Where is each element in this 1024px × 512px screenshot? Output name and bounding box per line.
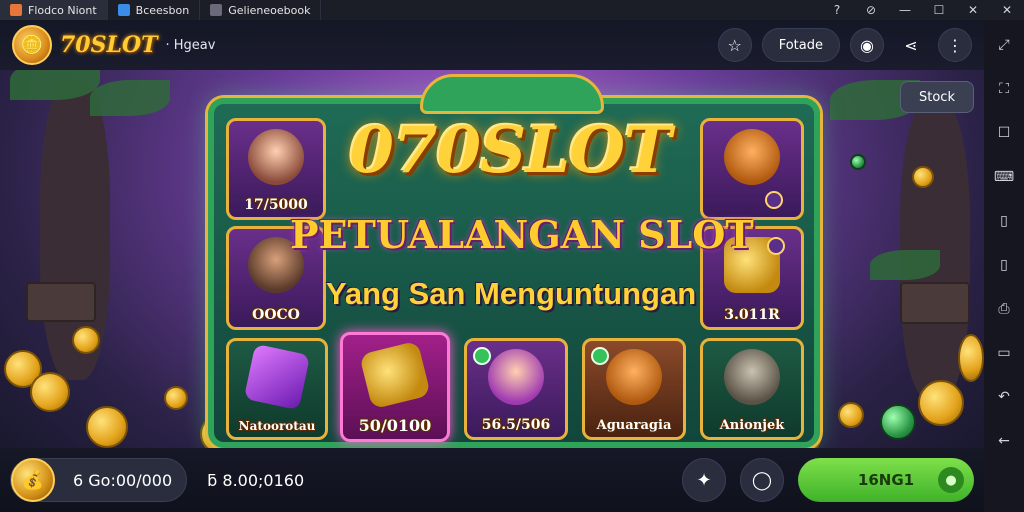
message-button[interactable]: ◯ <box>740 458 784 502</box>
app-icon <box>117 4 130 16</box>
hero-title: 070SLOT <box>349 113 671 188</box>
sparkle-icon: ✦ <box>696 469 712 491</box>
minimize-icon[interactable]: — <box>888 0 922 20</box>
hero-subtitle: PETUALANGAN SLOT <box>290 212 754 257</box>
bottom-bar: 💰 6 Go:00/000 ƃ 8.00;0160 ✦ ◯ 16NG1 ● <box>0 448 984 512</box>
frame-crest <box>420 74 604 114</box>
balance-display[interactable]: 💰 6 Go:00/000 <box>10 458 188 502</box>
favorite-button[interactable]: ☆ <box>717 28 752 62</box>
coin-icon <box>86 406 128 448</box>
app-icon <box>210 4 223 16</box>
document-icon[interactable]: ▯ <box>993 210 1015 232</box>
gem-portrait <box>243 343 311 411</box>
badge-icon <box>473 347 491 365</box>
hero-tagline: Yang San Menguntungan <box>325 276 697 311</box>
game-tile[interactable]: 17/5000 <box>226 118 326 220</box>
window-controls: ? ⊘ — ☐ ✕ ✕ <box>820 0 1024 20</box>
back-icon[interactable]: ← <box>993 430 1015 452</box>
tab-label: Gelieneoebook <box>228 3 311 17</box>
close-all-icon[interactable]: ✕ <box>990 0 1024 20</box>
game-tile[interactable] <box>700 118 804 220</box>
bet-amount: ƃ 8.00;0160 <box>207 470 305 490</box>
cat-portrait <box>724 349 780 405</box>
play-label: 16NG1 <box>857 471 915 489</box>
window-tab-1[interactable]: Flodco Niont <box>0 0 108 20</box>
tile-caption: 56.5/506 <box>481 417 551 433</box>
coin-bag-icon: 💰 <box>11 458 55 502</box>
message-icon: ◯ <box>751 469 773 491</box>
undo-icon[interactable]: ↶ <box>993 386 1015 408</box>
tile-badge-icon <box>765 191 783 209</box>
game-tile-featured[interactable]: 50/0100 <box>340 332 450 442</box>
more-button[interactable]: ⋮ <box>938 28 972 62</box>
tiger-portrait <box>606 349 662 405</box>
print-icon[interactable]: ⎙ <box>993 298 1015 320</box>
leaf <box>90 80 170 116</box>
tile-caption: Aguaragia <box>596 418 672 433</box>
tablet-icon[interactable]: ▭ <box>993 342 1015 364</box>
emulator-toolbar: ⤢ ⛶ ☐ ⌨ ▯ ▯ ⎙ ▭ ↶ ← <box>984 20 1024 512</box>
boost-button[interactable]: ✦ <box>682 458 726 502</box>
character-portrait <box>248 129 304 185</box>
game-tile[interactable]: 56.5/506 <box>464 338 568 440</box>
play-button[interactable]: 16NG1 ● <box>798 458 974 502</box>
keyboard-icon[interactable]: ⌨ <box>993 166 1015 188</box>
gem-icon <box>850 154 866 170</box>
share-icon: ⋖ <box>904 35 918 55</box>
tile-caption: 50/0100 <box>358 416 432 435</box>
ruin-right <box>900 282 970 324</box>
brand-subtitle: · Hgeav <box>165 37 216 53</box>
expand-icon[interactable]: ⤢ <box>993 34 1015 56</box>
window-icon[interactable]: ☐ <box>993 122 1015 144</box>
tile-badge-icon <box>767 237 785 255</box>
character-portrait <box>488 349 544 405</box>
badge-icon <box>591 347 609 365</box>
game-tile[interactable]: Aguaragia <box>582 338 686 440</box>
fullscreen-icon[interactable]: ⛶ <box>993 78 1015 100</box>
phone-icon[interactable]: ▯ <box>993 254 1015 276</box>
more-icon: ⋮ <box>947 35 963 55</box>
app-icon <box>10 4 22 16</box>
chat-button[interactable]: ◉ <box>850 28 884 62</box>
chat-icon: ◉ <box>860 35 874 55</box>
maximize-icon[interactable]: ☐ <box>922 0 956 20</box>
window-titlebar: Flodco Niont Bceesbon Gelieneoebook ? ⊘ … <box>0 0 1024 20</box>
coin-icon <box>838 402 864 428</box>
coin-icon <box>918 380 964 426</box>
tile-caption: Natoorotau <box>238 419 316 433</box>
tile-caption: Anionjek <box>719 418 785 433</box>
golden-hammer-icon <box>359 340 431 410</box>
coin-icon <box>72 326 100 354</box>
gem-icon <box>880 404 916 440</box>
help-icon[interactable]: ? <box>820 0 854 20</box>
brand-name: 70SLOT <box>60 32 158 58</box>
settings-icon[interactable]: ⊘ <box>854 0 888 20</box>
tab-label: Flodco Niont <box>28 3 97 17</box>
coin-icon <box>912 166 934 188</box>
stock-button[interactable]: Stock <box>900 81 974 113</box>
app-logo-icon[interactable]: 🪙 <box>12 25 52 65</box>
controller-icon: ● <box>938 467 964 493</box>
close-icon[interactable]: ✕ <box>956 0 990 20</box>
star-icon: ☆ <box>727 35 742 55</box>
leaf <box>870 250 940 280</box>
tile-caption: 17/5000 <box>244 197 308 213</box>
action-button[interactable]: Fotade <box>761 28 840 62</box>
coin-icon <box>164 386 188 410</box>
balance-amount: 6 Go:00/000 <box>73 470 173 490</box>
tab-label: Bceesbon <box>135 3 190 17</box>
ruin-left <box>26 282 96 322</box>
app-header: 🪙 70SLOT · Hgeav ☆ Fotade ◉ ⋖ ⋮ <box>0 20 984 70</box>
coin-icon <box>958 334 984 382</box>
coin-icon <box>30 372 70 412</box>
game-tile[interactable]: Anionjek <box>700 338 804 440</box>
share-button[interactable]: ⋖ <box>894 28 928 62</box>
tiger-portrait <box>724 129 780 185</box>
window-tab-3[interactable]: Gelieneoebook <box>200 0 322 20</box>
window-tab-2[interactable]: Bceesbon <box>108 0 201 20</box>
game-tile[interactable]: Natoorotau <box>226 338 328 440</box>
